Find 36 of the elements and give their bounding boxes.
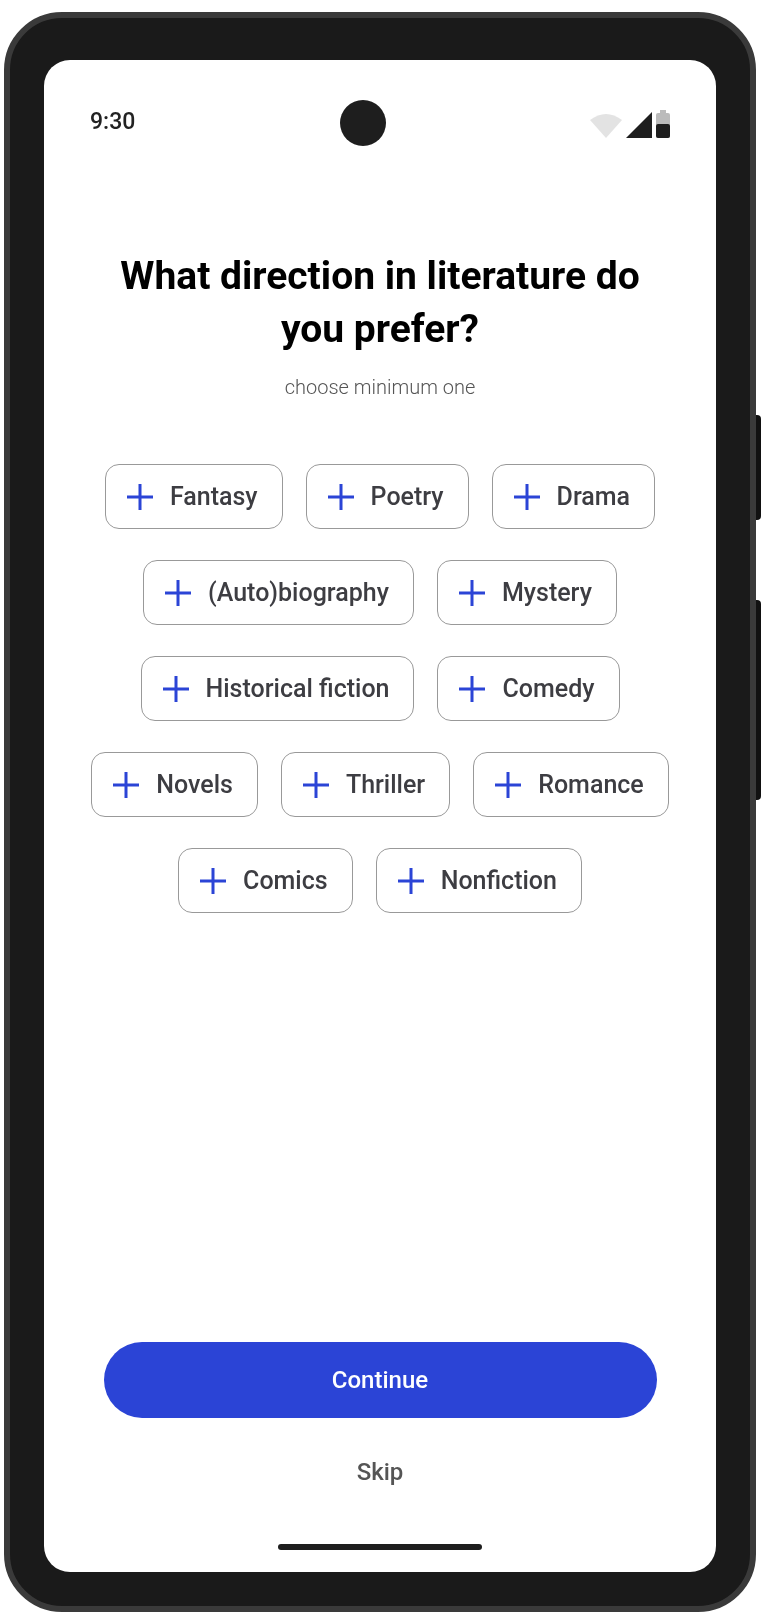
question-title: What direction in literature do you prefer? xyxy=(119,252,641,354)
genre-chip[interactable]: Mystery xyxy=(436,560,617,625)
genre-chip[interactable]: Poetry xyxy=(305,464,469,529)
plus-icon xyxy=(164,578,193,607)
plus-icon xyxy=(125,482,154,511)
genre-chip[interactable]: Historical fiction xyxy=(140,656,415,721)
skip-button[interactable]: Skip xyxy=(340,1450,420,1494)
camera-icon xyxy=(339,100,386,146)
genre-chip[interactable]: Thriller xyxy=(280,752,451,817)
plus-icon xyxy=(494,770,523,799)
genre-chip[interactable]: Comics xyxy=(178,848,353,913)
genre-chip[interactable]: Romance xyxy=(473,752,669,817)
genre-chip[interactable]: (Auto)biography xyxy=(143,560,414,625)
plus-icon xyxy=(396,866,425,895)
plus-icon xyxy=(458,674,487,703)
signal-icon xyxy=(626,112,652,138)
genre-chip[interactable]: Drama xyxy=(491,464,656,529)
plus-icon xyxy=(512,482,541,511)
genre-chip[interactable]: Novels xyxy=(91,752,258,817)
battery-icon xyxy=(656,110,670,138)
plus-icon xyxy=(161,674,190,703)
subtitle: choose minimum one xyxy=(284,374,476,401)
home-indicator[interactable] xyxy=(278,1544,482,1550)
genre-chip[interactable]: Nonfiction xyxy=(375,848,582,913)
side-button[interactable] xyxy=(756,600,761,800)
status-time: 9:30 xyxy=(90,110,136,133)
plus-icon xyxy=(199,866,228,895)
plus-icon xyxy=(112,770,141,799)
plus-icon xyxy=(326,482,355,511)
plus-icon xyxy=(301,770,330,799)
genre-chip[interactable]: Fantasy xyxy=(104,464,283,529)
continue-button[interactable]: Continue xyxy=(103,1342,657,1418)
plus-icon xyxy=(457,578,486,607)
side-button[interactable] xyxy=(756,415,761,520)
genre-chip[interactable]: Comedy xyxy=(437,656,620,721)
wifi-icon xyxy=(590,112,622,138)
